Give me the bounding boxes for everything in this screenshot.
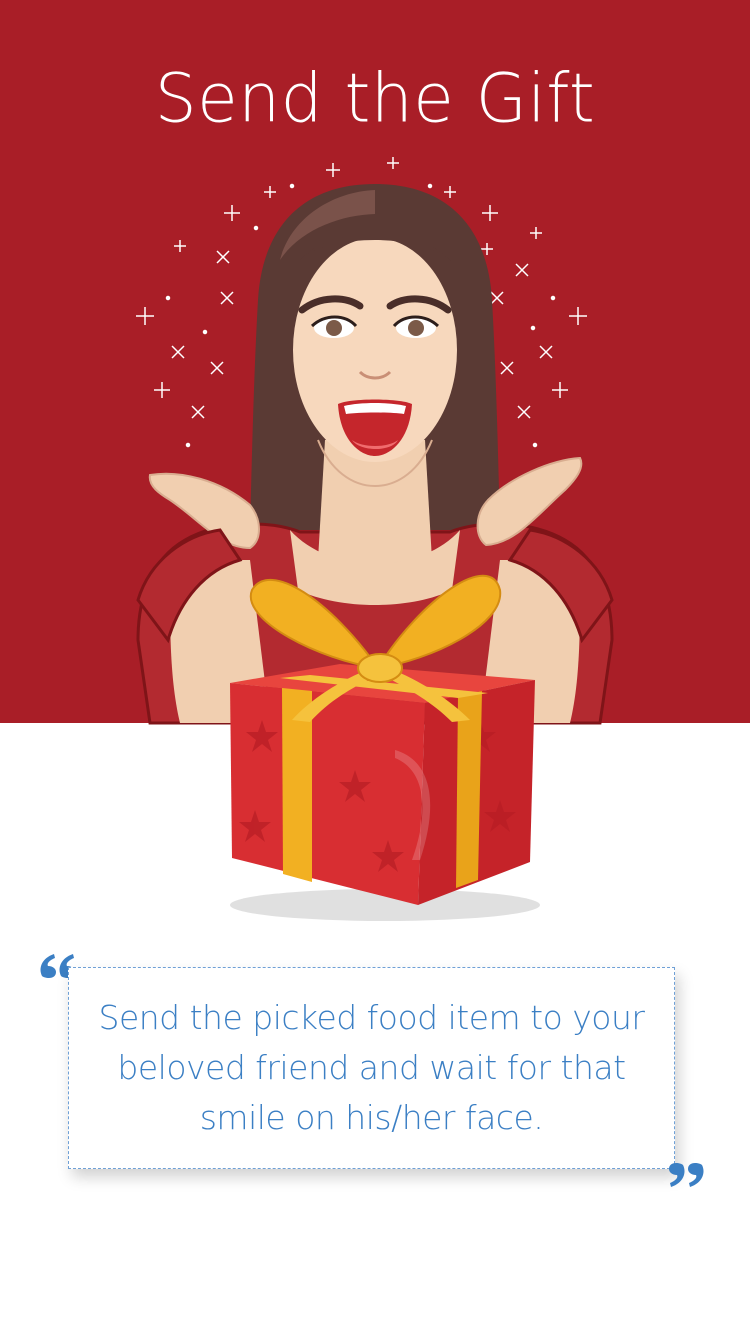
gift-illustration xyxy=(136,157,614,921)
close-quote-icon xyxy=(669,1163,704,1187)
description-card: Send the picked food item to your belove… xyxy=(68,967,675,1169)
description-text: Send the picked food item to your belove… xyxy=(98,998,645,1137)
